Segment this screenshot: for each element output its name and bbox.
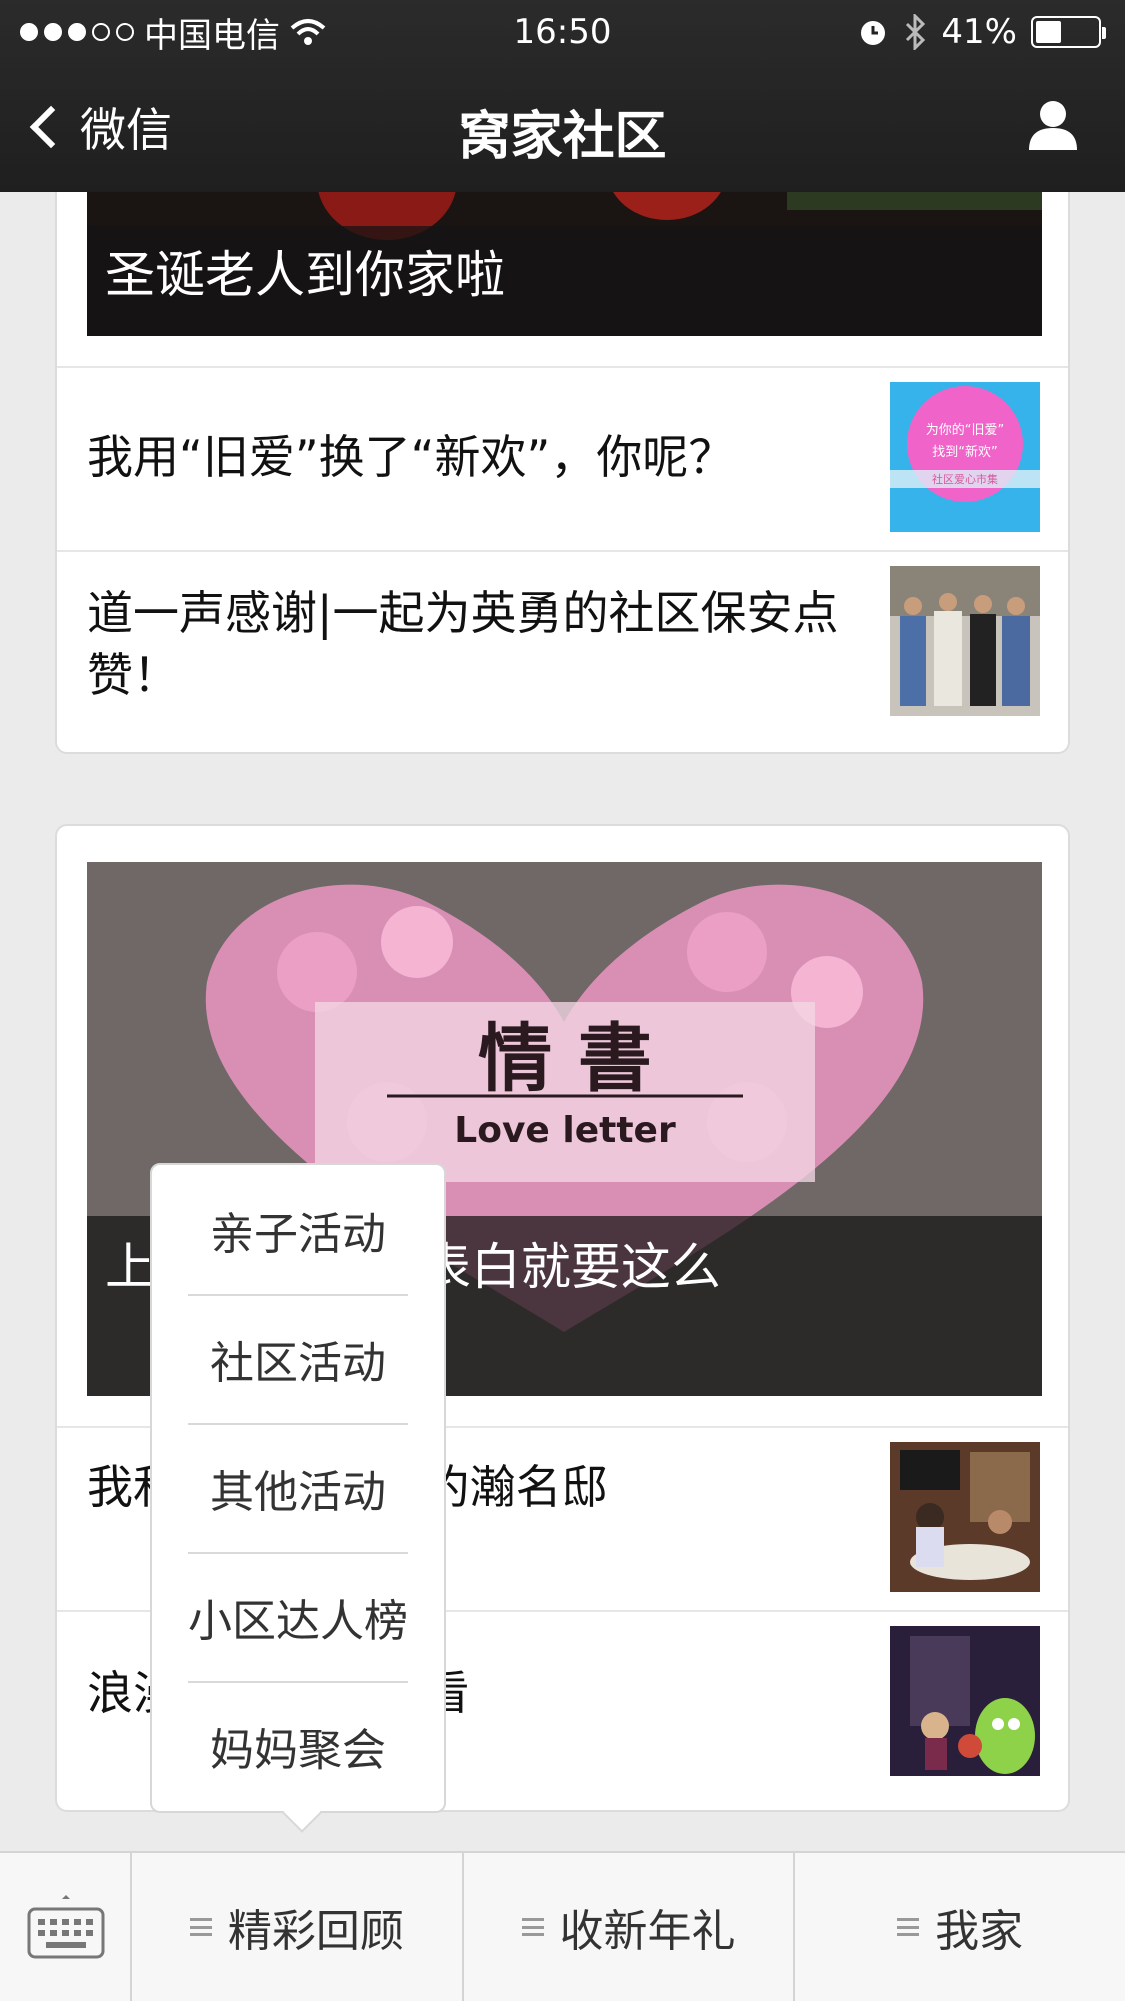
menu-icon [189, 1918, 212, 1936]
keyboard-toggle-button[interactable] [0, 1853, 132, 2001]
menu-icon [897, 1918, 920, 1936]
menu-icon [521, 1918, 544, 1936]
submenu-item-other-activity[interactable]: 其他活动 [152, 1423, 444, 1552]
status-bar: 中国电信 16:50 41% [0, 0, 1125, 64]
submenu-item-parent-child-activity[interactable]: 亲子活动 [152, 1165, 444, 1294]
submenu-popup: 亲子活动 社区活动 其他活动 小区达人榜 妈妈聚会 [150, 1163, 446, 1813]
status-right: 41% [857, 12, 1106, 52]
article-card-1: 圣诞老人到你家啦 我用“旧爱”换了“新欢”，你呢？ 为你的“旧爱” 找到“新欢”… [55, 150, 1070, 754]
thumb-text-3: 社区爱心市集 [932, 472, 998, 486]
article-thumbnail [890, 1626, 1040, 1776]
submenu-item-community-activity[interactable]: 社区活动 [152, 1294, 444, 1423]
submenu-item-community-stars[interactable]: 小区达人榜 [152, 1552, 444, 1681]
nav-bar: 微信 窝家社区 [0, 64, 1125, 192]
top-bar: 中国电信 16:50 41% 微信 窝家社区 [0, 0, 1125, 192]
alarm-icon [861, 21, 886, 45]
page-title: 窝家社区 [458, 107, 667, 167]
article-row[interactable]: 道一声感谢|一起为英勇的社区保安点赞！ [57, 550, 1068, 752]
menu-button-new-year-gift[interactable]: 收新年礼 [464, 1853, 796, 2001]
article-row[interactable]: 我用“旧爱”换了“新欢”，你呢？ 为你的“旧爱” 找到“新欢” 社区爱心市集 [57, 366, 1068, 550]
article-thumbnail: 为你的“旧爱” 找到“新欢” 社区爱心市集 [890, 382, 1040, 532]
bluetooth-icon [906, 14, 926, 50]
menu-button-label: 收新年礼 [559, 1906, 736, 1957]
keyboard-icon [27, 1895, 105, 1959]
thumb-text-1: 为你的“旧爱” [926, 422, 1004, 438]
thumb-text-2: 找到“新欢” [932, 444, 997, 460]
menu-button-label: 精彩回顾 [227, 1906, 404, 1957]
battery-icon [1031, 16, 1106, 48]
battery-percent: 41% [941, 12, 1017, 52]
hero-caption: 圣诞老人到你家啦 [87, 226, 1042, 336]
article-thumbnail [890, 566, 1040, 716]
article-thumbnail [890, 1442, 1040, 1592]
menu-button-highlights[interactable]: 精彩回顾 [132, 1853, 464, 2001]
menu-button-my-home[interactable]: 我家 [795, 1853, 1125, 2001]
hero-subheading: Love letter [454, 1110, 676, 1151]
profile-icon[interactable] [1023, 94, 1083, 154]
hero-heading: 情 書 [478, 1016, 652, 1102]
article-title: 道一声感谢|一起为英勇的社区保安点赞！ [87, 586, 839, 702]
menu-button-label: 我家 [935, 1906, 1024, 1957]
submenu-item-mom-meetup[interactable]: 妈妈聚会 [152, 1681, 444, 1810]
article-title: 我用“旧爱”换了“新欢”，你呢？ [87, 430, 735, 484]
bottom-menu-bar: 精彩回顾 收新年礼 我家 [0, 1851, 1125, 2001]
